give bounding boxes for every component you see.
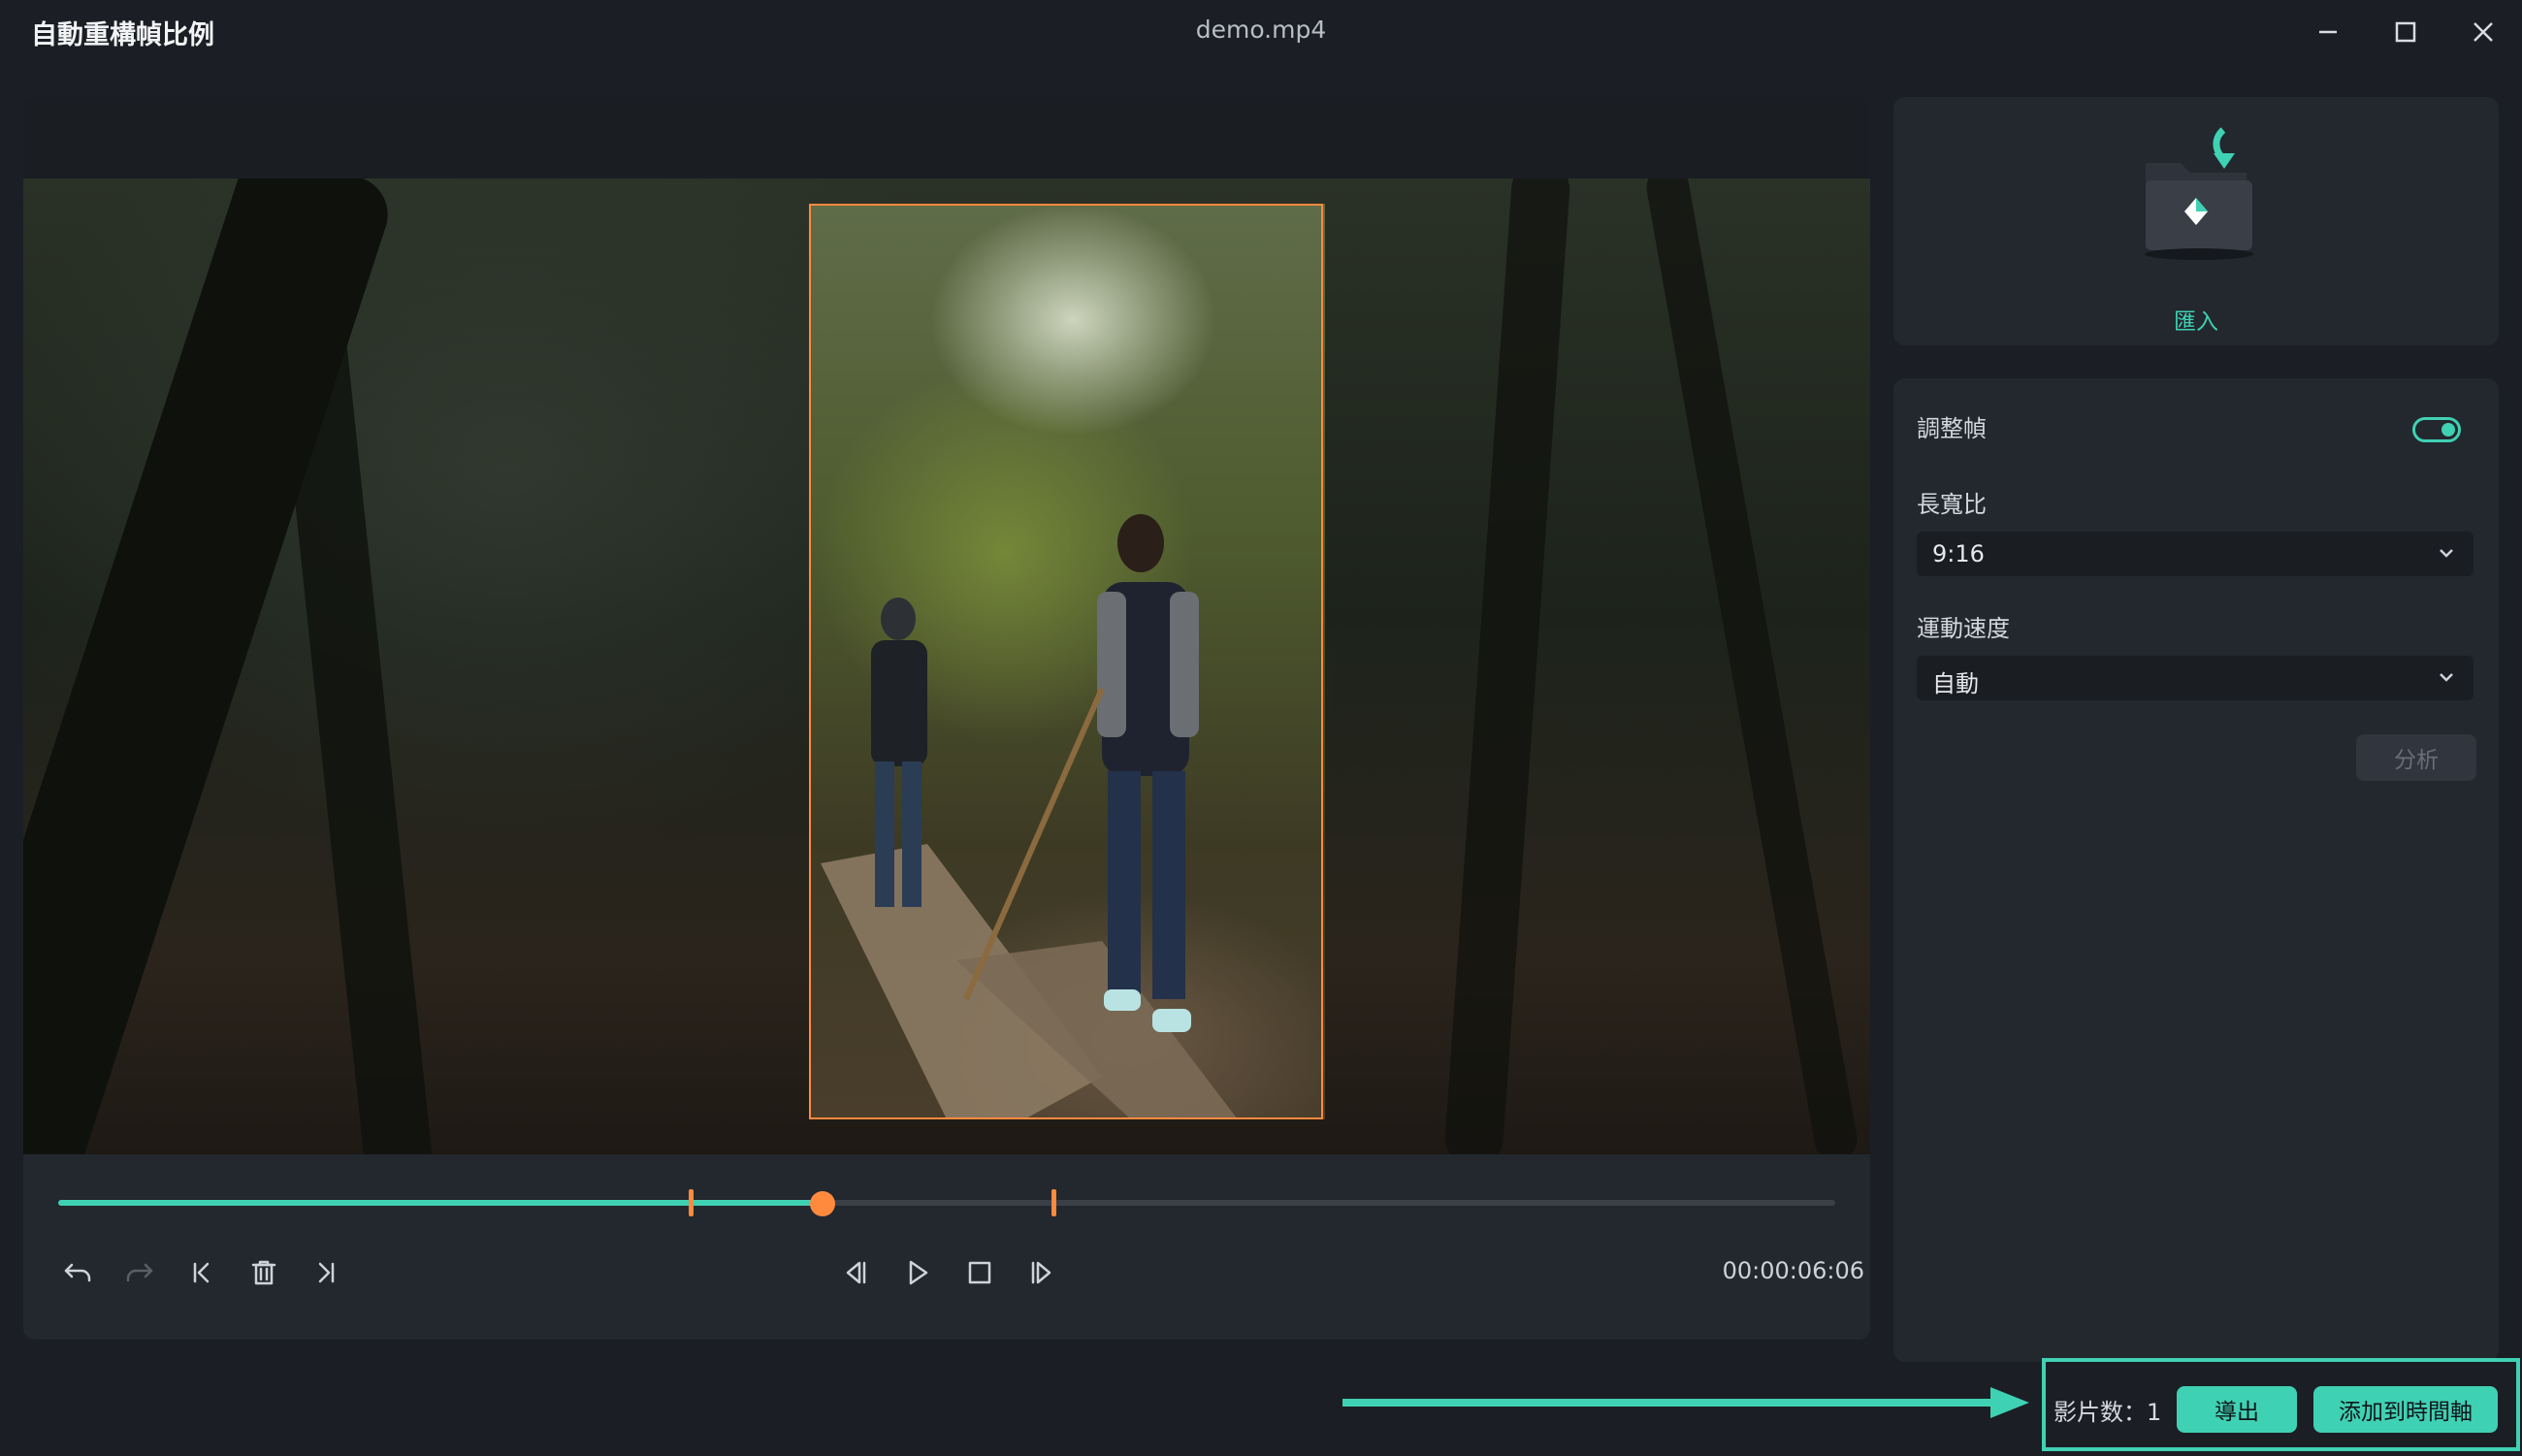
file-title: demo.mp4 (1195, 16, 1327, 44)
jump-to-start-icon (193, 1262, 210, 1283)
motion-speed-select[interactable]: 自動 (1917, 656, 2474, 700)
import-panel: 匯入 (1893, 97, 2499, 345)
settings-panel: 調整幀 長寬比 9:16 運動速度 自動 分析 (1893, 378, 2499, 1362)
title-bar: 自動重構幀比例 demo.mp4 (0, 0, 2522, 64)
delete-icon (251, 1260, 276, 1285)
toggle-knob (2441, 423, 2455, 437)
add-to-timeline-button[interactable]: 添加到時間軸 (2313, 1386, 2498, 1433)
minimize-icon (2319, 30, 2337, 34)
stop-button[interactable] (958, 1251, 1001, 1294)
delete-button[interactable] (242, 1251, 285, 1294)
preview-top-strip (23, 97, 1870, 178)
play-button[interactable] (896, 1251, 939, 1294)
undo-icon (64, 1263, 91, 1282)
previous-frame-button[interactable] (834, 1251, 877, 1294)
next-frame-button[interactable] (1020, 1251, 1063, 1294)
maximize-icon (2395, 21, 2416, 43)
keyframe-marker[interactable] (1051, 1189, 1056, 1216)
redo-icon (126, 1263, 153, 1282)
next-frame-icon (1031, 1261, 1051, 1284)
motion-speed-label: 運動速度 (1917, 615, 2010, 642)
undo-button[interactable] (56, 1251, 99, 1294)
annotation-arrow (1342, 1387, 2029, 1418)
jump-to-end-icon (318, 1262, 335, 1283)
chevron-down-icon (2440, 549, 2453, 558)
analyze-button[interactable]: 分析 (2356, 734, 2476, 781)
import-label: 匯入 (2174, 309, 2218, 335)
preview-panel: 00:00:06:06 (23, 97, 1870, 1340)
clip-count: 影片数：1 (2053, 1399, 2162, 1426)
tree-trunk (1643, 178, 1860, 1154)
maximize-button[interactable] (2384, 12, 2427, 52)
export-button[interactable]: 導出 (2177, 1386, 2297, 1433)
play-icon (909, 1260, 928, 1285)
jump-to-start-button[interactable] (180, 1251, 223, 1294)
video-preview[interactable] (23, 178, 1870, 1154)
chevron-down-icon (2440, 673, 2453, 682)
stop-icon (968, 1261, 991, 1284)
minimize-button[interactable] (2307, 12, 2349, 52)
import-folder-icon (2145, 127, 2253, 260)
timecode: 00:00:06:06 (1722, 1257, 1864, 1284)
playhead[interactable] (809, 1191, 835, 1216)
import-button[interactable]: 匯入 (2118, 120, 2274, 335)
adjust-frame-toggle[interactable] (2412, 417, 2461, 442)
close-button[interactable] (2462, 12, 2505, 52)
adjust-frame-label: 調整幀 (1917, 415, 1987, 442)
tree-trunk (1442, 178, 1572, 1154)
aspect-ratio-select[interactable]: 9:16 (1917, 532, 2474, 576)
aspect-ratio-label: 長寬比 (1917, 491, 1987, 518)
motion-speed-value: 自動 (1932, 670, 1979, 697)
jump-to-end-button[interactable] (305, 1251, 347, 1294)
close-icon (2474, 22, 2493, 42)
crop-frame[interactable] (809, 204, 1323, 1119)
previous-frame-icon (846, 1261, 866, 1284)
keyframe-marker[interactable] (689, 1189, 695, 1216)
redo-button[interactable] (118, 1251, 161, 1294)
aspect-ratio-value: 9:16 (1932, 540, 1985, 567)
timeline-progress (58, 1200, 823, 1206)
